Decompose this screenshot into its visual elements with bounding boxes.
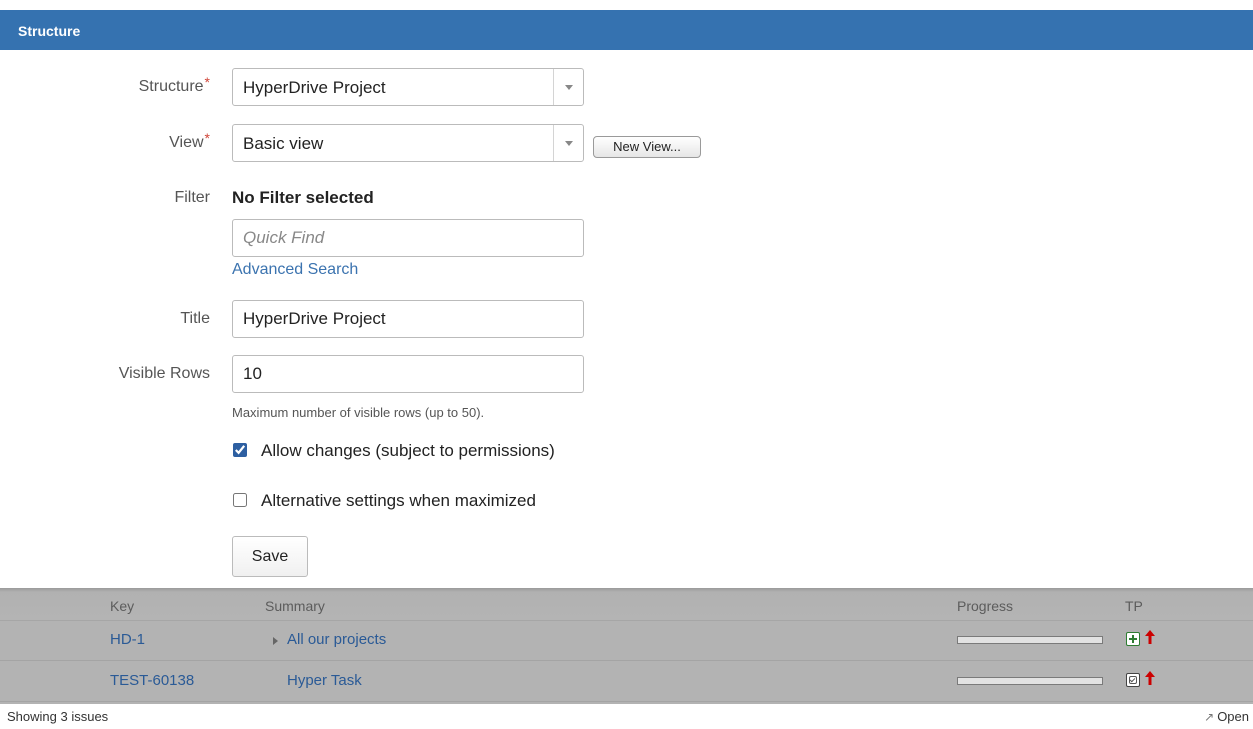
grid-header: Key Summary Progress TP	[0, 588, 1253, 621]
progress-bar	[957, 636, 1103, 644]
structure-select-value: HyperDrive Project	[243, 78, 386, 97]
structure-header-bar: Structure	[0, 10, 1253, 50]
column-header-key[interactable]: Key	[110, 598, 134, 614]
view-select-value: Basic view	[243, 134, 324, 153]
table-row[interactable]: HD-1 All our projects	[0, 620, 1253, 661]
new-feature-icon	[1126, 632, 1140, 646]
new-view-button[interactable]: New View...	[593, 136, 701, 158]
quick-find-input[interactable]	[232, 219, 584, 257]
table-row[interactable]: TEST-60138 Hyper Task	[0, 661, 1253, 702]
visible-rows-input[interactable]	[232, 355, 584, 393]
expand-triangle-icon[interactable]	[273, 637, 278, 645]
filter-label: Filter	[174, 189, 210, 206]
save-button[interactable]: Save	[232, 536, 308, 577]
title-label: Title	[180, 310, 210, 327]
visible-rows-help: Maximum number of visible rows (up to 50…	[232, 405, 485, 420]
required-marker: *	[204, 130, 210, 146]
select-divider	[553, 125, 554, 161]
chevron-down-icon	[565, 141, 573, 146]
issue-count-status: Showing 3 issues	[7, 709, 109, 724]
advanced-search-link[interactable]: Advanced Search	[232, 261, 358, 279]
filter-value: No Filter selected	[232, 188, 374, 207]
column-header-summary[interactable]: Summary	[265, 598, 325, 614]
priority-up-arrow-icon	[1145, 671, 1155, 685]
open-link[interactable]: ↗ Open	[1204, 709, 1249, 724]
column-header-tp[interactable]: TP	[1125, 598, 1143, 614]
view-select[interactable]: Basic view	[232, 124, 584, 162]
allow-changes-checkbox[interactable]	[233, 443, 247, 457]
issue-key-link[interactable]: HD-1	[110, 620, 145, 660]
issue-summary-link[interactable]: All our projects	[287, 620, 386, 660]
title-input[interactable]	[232, 300, 584, 338]
required-marker: *	[204, 74, 210, 90]
issue-summary-link[interactable]: Hyper Task	[287, 661, 362, 701]
select-divider	[553, 69, 554, 105]
priority-up-arrow-icon	[1145, 630, 1155, 644]
visible-rows-label: Visible Rows	[118, 365, 210, 382]
alternative-settings-checkbox[interactable]	[233, 493, 247, 507]
header-title: Structure	[18, 23, 81, 39]
external-link-icon: ↗	[1204, 710, 1215, 724]
issue-key-link[interactable]: TEST-60138	[110, 661, 194, 701]
column-header-progress[interactable]: Progress	[957, 598, 1013, 614]
alternative-settings-label[interactable]: Alternative settings when maximized	[261, 491, 536, 511]
progress-bar	[957, 677, 1103, 685]
structure-select[interactable]: HyperDrive Project	[232, 68, 584, 106]
structure-label: Structure*	[138, 74, 210, 95]
chevron-down-icon	[565, 85, 573, 90]
view-label: View*	[169, 130, 210, 151]
task-icon	[1126, 673, 1140, 687]
allow-changes-label[interactable]: Allow changes (subject to permissions)	[261, 441, 555, 461]
structure-grid: Key Summary Progress TP HD-1 All our pro…	[0, 588, 1253, 704]
